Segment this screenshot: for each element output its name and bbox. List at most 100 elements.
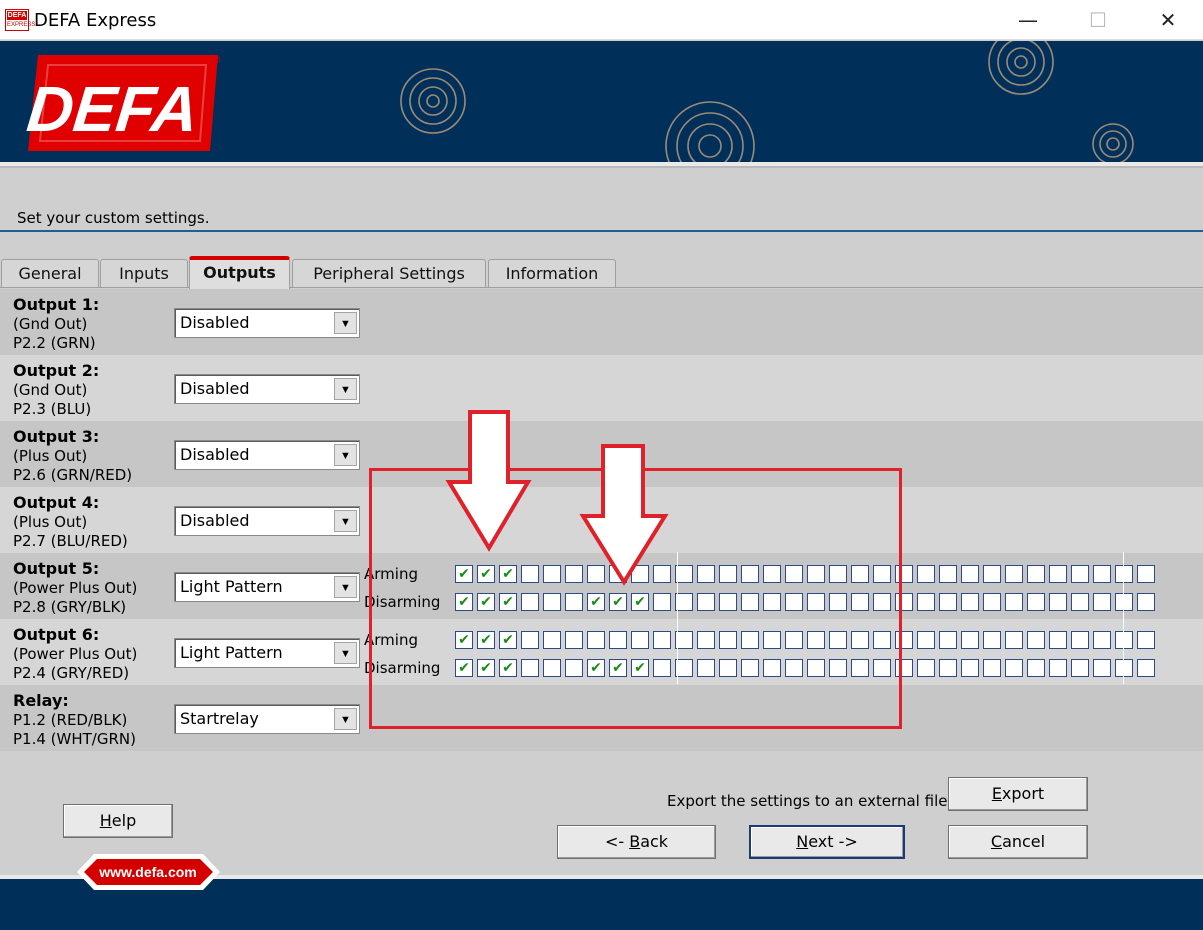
- pattern-checkbox[interactable]: [1049, 659, 1067, 677]
- pattern-checkbox[interactable]: [917, 565, 935, 583]
- pattern-checkbox[interactable]: [983, 593, 1001, 611]
- output-type: (Plus Out): [13, 447, 88, 465]
- next-mnemonic: N: [796, 832, 809, 851]
- back-button[interactable]: <- Back: [557, 825, 716, 859]
- chevron-down-icon[interactable]: ▼: [334, 642, 357, 664]
- maximize-button[interactable]: ☐: [1063, 0, 1133, 40]
- window-title: DEFA Express: [34, 10, 157, 31]
- pattern-checkbox[interactable]: [983, 565, 1001, 583]
- tab-information[interactable]: Information: [488, 259, 616, 288]
- help-mnemonic: H: [99, 811, 112, 830]
- pattern-checkbox[interactable]: [1027, 631, 1045, 649]
- output-pin: P2.6 (GRN/RED): [13, 466, 133, 484]
- output-name: Output 1:: [13, 295, 100, 314]
- output-mode-select[interactable]: Disabled ▼: [174, 440, 360, 470]
- output-pin: P2.2 (GRN): [13, 334, 96, 352]
- pattern-checkbox[interactable]: [961, 659, 979, 677]
- pattern-checkbox[interactable]: [1071, 659, 1089, 677]
- tab-peripheral-settings[interactable]: Peripheral Settings: [292, 259, 486, 288]
- minimize-button[interactable]: —: [993, 0, 1063, 40]
- output-mode-select[interactable]: Startrelay ▼: [174, 704, 360, 734]
- pattern-checkbox[interactable]: [1049, 631, 1067, 649]
- pattern-checkbox[interactable]: [1027, 659, 1045, 677]
- output-mode-select[interactable]: Light Pattern ▼: [174, 572, 360, 602]
- tab-outputs[interactable]: Outputs: [189, 256, 290, 289]
- pattern-checkbox[interactable]: [939, 593, 957, 611]
- output-mode-select[interactable]: Disabled ▼: [174, 374, 360, 404]
- chevron-down-icon[interactable]: ▼: [334, 444, 357, 466]
- pattern-checkbox[interactable]: [939, 631, 957, 649]
- output-mode-select[interactable]: Disabled ▼: [174, 506, 360, 536]
- output-mode-select[interactable]: Light Pattern ▼: [174, 638, 360, 668]
- export-button[interactable]: Export: [948, 777, 1088, 811]
- pattern-checkbox[interactable]: [1027, 565, 1045, 583]
- pattern-checkbox[interactable]: [939, 659, 957, 677]
- page-subtitle: Set your custom settings.: [17, 209, 210, 227]
- defa-website-link[interactable]: www.defa.com: [76, 853, 221, 891]
- pattern-checkbox[interactable]: [917, 593, 935, 611]
- pattern-checkbox[interactable]: [1071, 593, 1089, 611]
- chevron-down-icon[interactable]: ▼: [334, 312, 357, 334]
- pattern-checkbox[interactable]: [1005, 565, 1023, 583]
- pattern-checkbox[interactable]: [1137, 593, 1155, 611]
- pattern-checkbox[interactable]: [1071, 631, 1089, 649]
- pattern-checkbox[interactable]: [1071, 565, 1089, 583]
- decorative-circles-4: [1092, 123, 1134, 162]
- chevron-down-icon[interactable]: ▼: [334, 378, 357, 400]
- select-value: Light Pattern: [180, 577, 283, 596]
- help-label-rest: elp: [111, 811, 137, 830]
- chevron-down-icon[interactable]: ▼: [334, 576, 357, 598]
- chevron-down-icon[interactable]: ▼: [334, 510, 357, 532]
- logo-registered-mark: ®: [213, 55, 221, 66]
- pattern-checkbox[interactable]: [917, 631, 935, 649]
- output-type: (Gnd Out): [13, 381, 88, 399]
- pattern-checkbox[interactable]: [1093, 593, 1111, 611]
- output-name: Output 6:: [13, 625, 100, 644]
- pattern-checkbox[interactable]: [1115, 631, 1133, 649]
- close-button[interactable]: ✕: [1133, 0, 1203, 40]
- tab-general[interactable]: General: [1, 259, 99, 288]
- header-divider: [0, 230, 1203, 232]
- pattern-checkbox[interactable]: [1137, 659, 1155, 677]
- defa-banner: DEFA ®: [0, 41, 1203, 162]
- select-value: Light Pattern: [180, 643, 283, 662]
- pattern-checkbox[interactable]: [1005, 659, 1023, 677]
- pattern-checkbox[interactable]: [983, 631, 1001, 649]
- chevron-down-icon[interactable]: ▼: [334, 708, 357, 730]
- next-button[interactable]: Next ->: [749, 825, 905, 859]
- pattern-checkbox[interactable]: [1005, 631, 1023, 649]
- pattern-checkbox[interactable]: [1093, 631, 1111, 649]
- output-mode-select[interactable]: Disabled ▼: [174, 308, 360, 338]
- pattern-checkbox[interactable]: [961, 593, 979, 611]
- help-button[interactable]: Help: [63, 804, 173, 838]
- cancel-button[interactable]: Cancel: [948, 825, 1088, 859]
- output-pin: P2.8 (GRY/BLK): [13, 598, 127, 616]
- pattern-checkbox[interactable]: [1049, 565, 1067, 583]
- export-description: Export the settings to an external file:: [667, 792, 953, 810]
- pattern-checkbox[interactable]: [961, 565, 979, 583]
- title-bar: DEFA EXPRESS DEFA Express — ☐ ✕: [0, 0, 1203, 40]
- pattern-checkbox[interactable]: [1115, 659, 1133, 677]
- tab-inputs[interactable]: Inputs: [100, 259, 188, 288]
- tab-bar: General Inputs Outputs Peripheral Settin…: [0, 255, 1203, 289]
- output-name: Output 5:: [13, 559, 100, 578]
- pattern-checkbox[interactable]: [1137, 565, 1155, 583]
- select-value: Disabled: [180, 445, 250, 464]
- pattern-checkbox[interactable]: [961, 631, 979, 649]
- output-label: Output 1: (Gnd Out) P2.2 (GRN): [13, 295, 99, 353]
- pattern-checkbox[interactable]: [1137, 631, 1155, 649]
- pattern-checkbox[interactable]: [983, 659, 1001, 677]
- pattern-separator-right: [1123, 552, 1124, 684]
- pattern-checkbox[interactable]: [1027, 593, 1045, 611]
- output-pin: P2.7 (BLU/RED): [13, 532, 128, 550]
- pattern-checkbox[interactable]: [1049, 593, 1067, 611]
- pattern-checkbox[interactable]: [1115, 593, 1133, 611]
- output-label: Output 6: (Power Plus Out) P2.4 (GRY/RED): [13, 625, 137, 683]
- pattern-checkbox[interactable]: [1093, 565, 1111, 583]
- pattern-checkbox[interactable]: [1115, 565, 1133, 583]
- output-label: Output 4: (Plus Out) P2.7 (BLU/RED): [13, 493, 128, 551]
- pattern-checkbox[interactable]: [939, 565, 957, 583]
- pattern-checkbox[interactable]: [1005, 593, 1023, 611]
- pattern-checkbox[interactable]: [917, 659, 935, 677]
- pattern-checkbox[interactable]: [1093, 659, 1111, 677]
